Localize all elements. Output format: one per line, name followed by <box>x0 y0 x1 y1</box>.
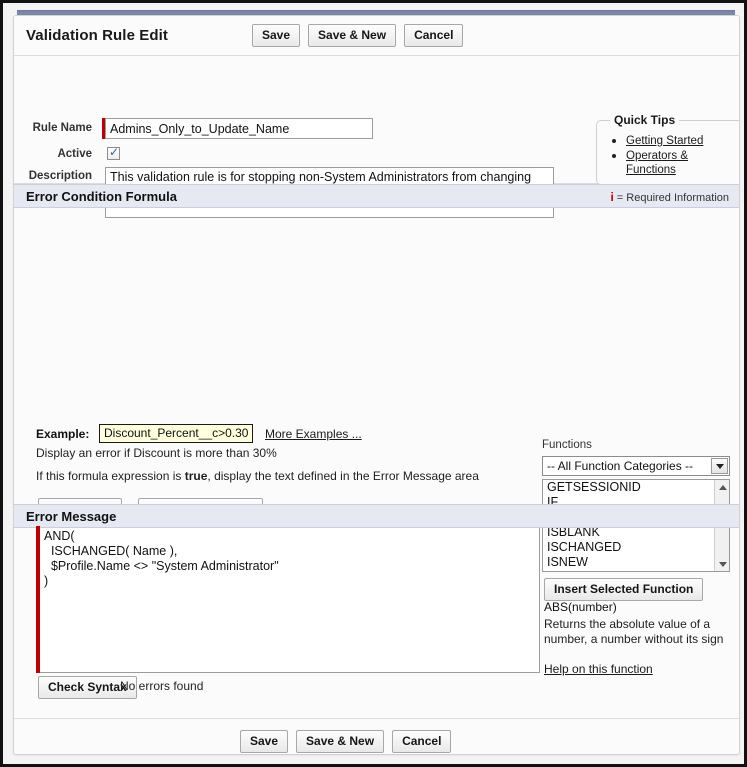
quick-tips-legend: Quick Tips <box>614 113 676 127</box>
scroll-up-arrow-icon[interactable] <box>715 480 729 494</box>
rule-detail-fields: Rule Name Active Description This valida… <box>14 56 739 218</box>
quick-tips-list: Getting Started Operators & Functions <box>606 133 738 176</box>
getting-started-link[interactable]: Getting Started <box>626 135 703 147</box>
formula-hint-post: , display the text defined in the Error … <box>207 469 479 483</box>
active-label: Active <box>57 148 92 160</box>
validation-rule-edit-panel: Validation Rule Edit Save Save & New Can… <box>13 15 740 755</box>
operators-functions-link[interactable]: Operators & Functions <box>626 150 688 176</box>
quick-tips-item: Operators & Functions <box>626 148 738 176</box>
save-and-new-button-top[interactable]: Save & New <box>308 24 397 47</box>
rule-name-input[interactable] <box>105 118 373 139</box>
save-and-new-button-bottom[interactable]: Save & New <box>296 730 385 753</box>
error-message-section-header: Error Message <box>14 504 739 528</box>
required-legend-text: = Required Information <box>616 192 729 204</box>
error-condition-section-header: Error Condition Formula i = Required Info… <box>14 184 739 208</box>
more-examples-link[interactable]: More Examples ... <box>265 427 362 441</box>
error-message-section-title: Error Message <box>26 509 117 524</box>
quick-tips-box: Quick Tips Getting Started Operators & F… <box>596 113 739 185</box>
description-label: Description <box>28 170 92 182</box>
quick-tips-item: Getting Started <box>626 133 738 147</box>
top-button-group: Save Save & New Cancel <box>252 24 464 47</box>
page-title: Validation Rule Edit <box>26 27 169 44</box>
function-list-item[interactable]: GETSESSIONID <box>543 480 729 495</box>
cancel-button-top[interactable]: Cancel <box>404 24 464 47</box>
formula-required-marker <box>36 526 40 673</box>
bottom-button-group: Save Save & New Cancel <box>240 730 452 753</box>
page-footer: Save Save & New Cancel <box>14 718 739 754</box>
formula-true-hint: If this formula expression is true, disp… <box>36 469 479 483</box>
browser-frame: Validation Rule Edit Save Save & New Can… <box>0 0 747 767</box>
required-information-legend: i = Required Information <box>610 190 729 204</box>
error-condition-section-title: Error Condition Formula <box>26 189 177 204</box>
error-condition-formula-body: Example: Discount_Percent__c>0.30 More E… <box>14 208 739 699</box>
required-marker-icon: i <box>610 190 614 204</box>
error-message-body: Example: Discount percent cannot exceed … <box>14 528 739 718</box>
formula-example-description: Display an error if Discount is more tha… <box>36 446 277 460</box>
function-category-select[interactable]: -- All Function Categories -- <box>542 456 730 476</box>
function-category-selected-value: -- All Function Categories -- <box>547 459 694 473</box>
chevron-down-icon[interactable] <box>711 458 728 474</box>
formula-hint-pre: If this formula expression is <box>36 469 185 483</box>
page-header: Validation Rule Edit Save Save & New Can… <box>14 16 739 56</box>
save-button-top[interactable]: Save <box>252 24 301 47</box>
active-checkbox[interactable] <box>107 145 120 160</box>
cancel-button-bottom[interactable]: Cancel <box>392 730 452 753</box>
formula-example-label: Example: <box>36 427 90 441</box>
rule-name-label: Rule Name <box>32 122 92 134</box>
formula-example-value: Discount_Percent__c>0.30 <box>99 424 254 443</box>
save-button-bottom[interactable]: Save <box>240 730 289 753</box>
formula-hint-bold: true <box>184 469 208 483</box>
functions-label: Functions <box>542 439 592 451</box>
